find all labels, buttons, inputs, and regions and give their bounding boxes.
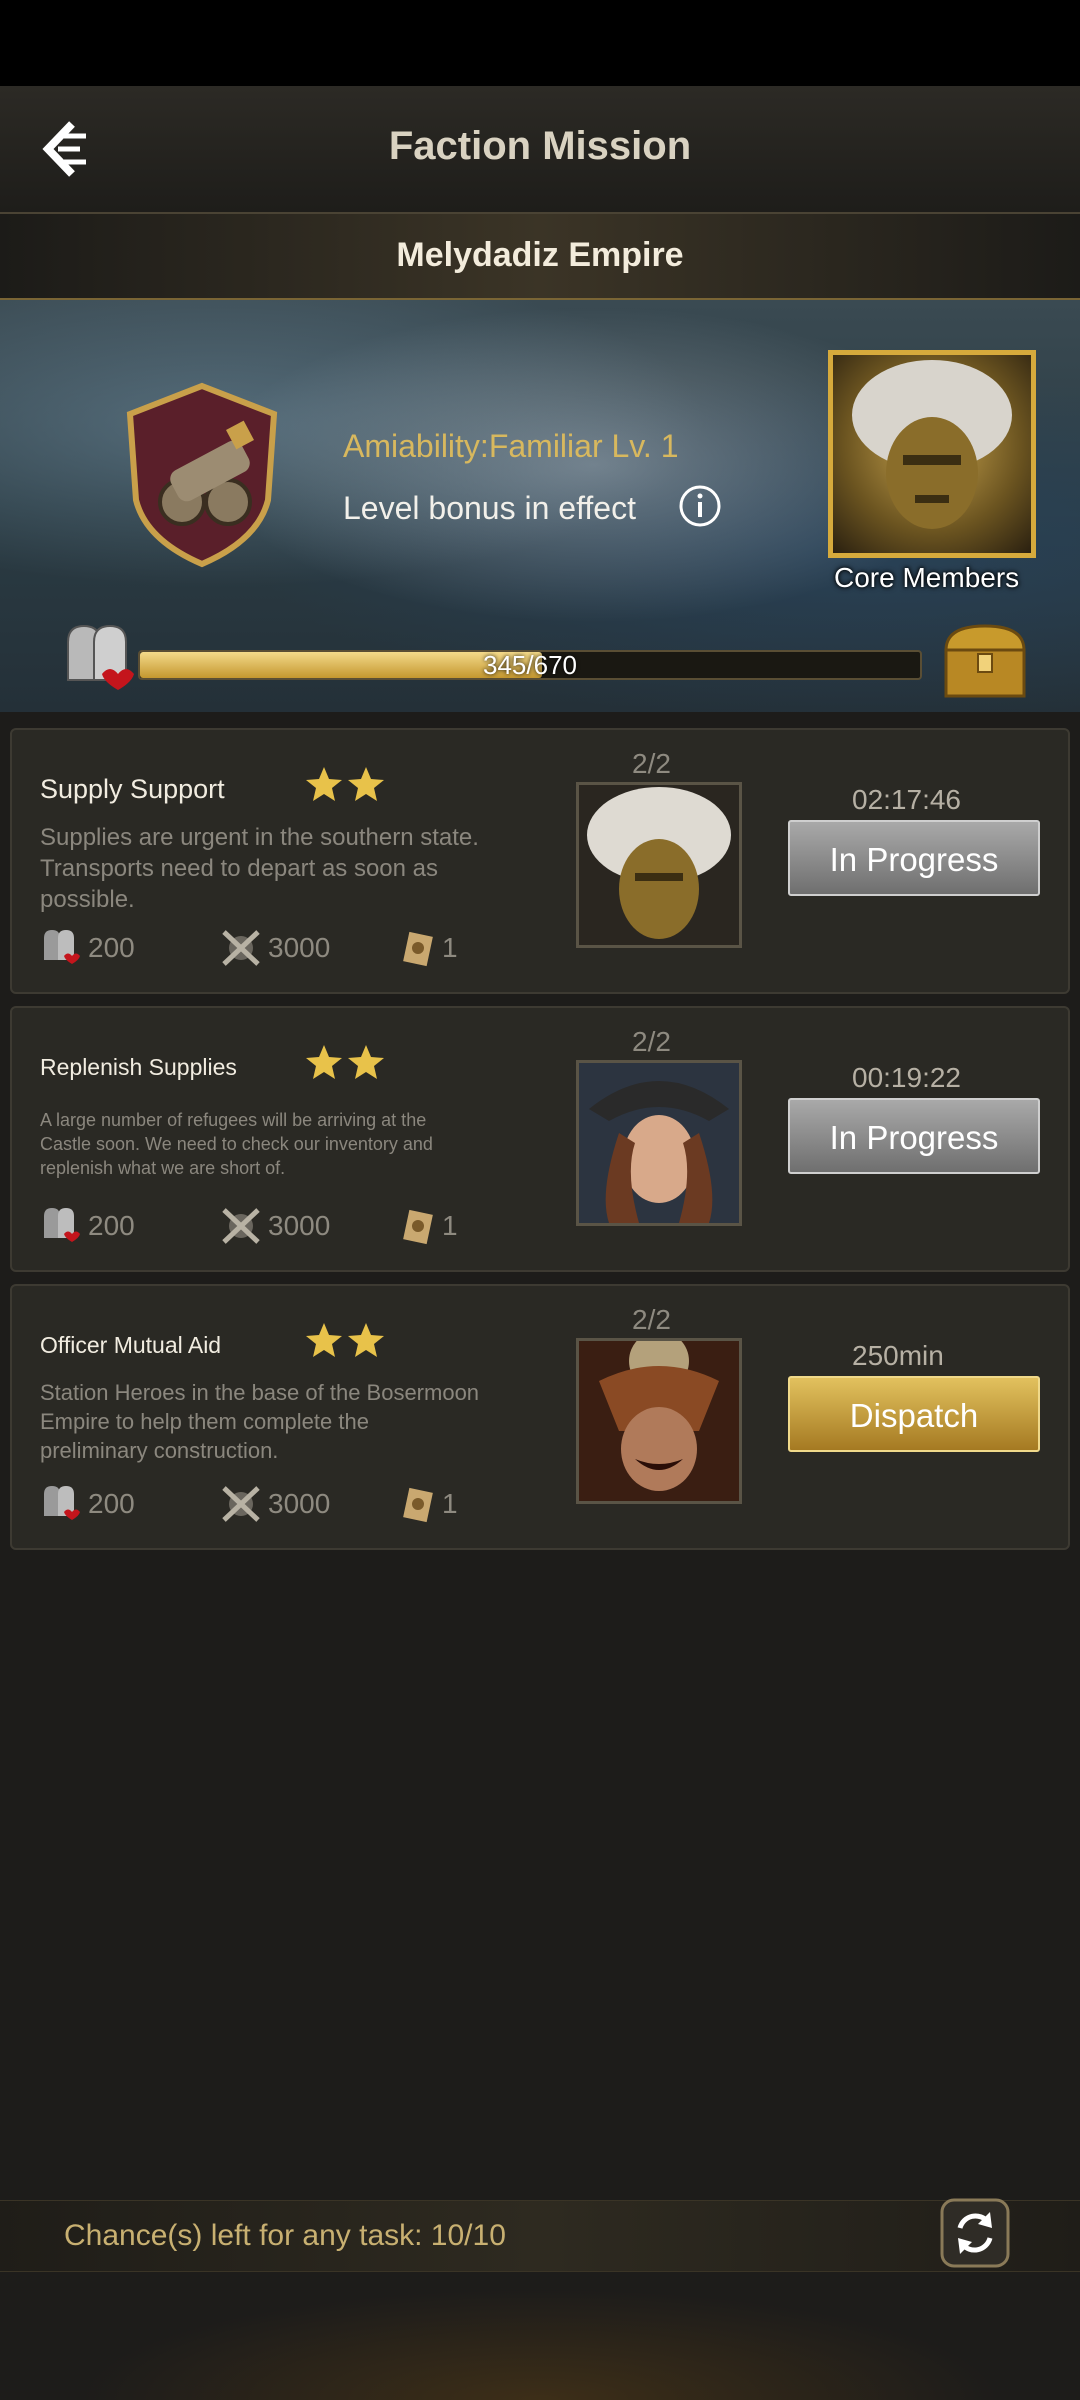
star-rating-icon — [306, 1323, 384, 1357]
page-title: Faction Mission — [388, 124, 692, 168]
core-member-portrait[interactable] — [828, 350, 1036, 558]
treasure-chest-icon[interactable] — [940, 620, 1030, 702]
scroll-icon — [403, 1209, 433, 1245]
crossed-swords-icon — [222, 1208, 260, 1244]
mission-count: 2/2 — [632, 1304, 671, 1335]
reward-exp-value: 3000 — [268, 932, 331, 963]
dispatch-button[interactable]: Dispatch — [788, 1376, 1040, 1452]
star-rating-icon — [306, 1045, 384, 1079]
scroll-icon — [403, 931, 433, 967]
reward-reputation: 200 — [40, 1206, 135, 1246]
reward-scroll: 1 — [400, 928, 458, 968]
mission-title: Replenish Supplies — [40, 1054, 237, 1080]
hero-portrait[interactable] — [576, 1060, 742, 1226]
info-icon[interactable] — [678, 484, 722, 528]
bottom-decoration — [0, 2270, 1080, 2400]
helmet-heart-icon — [44, 930, 80, 964]
refresh-icon[interactable] — [938, 2196, 1012, 2270]
task-chances-text: Chance(s) left for any task: 10/10 — [64, 2219, 506, 2252]
amiability-level: Amiability:Familiar Lv. 1 — [343, 428, 679, 464]
reward-scroll-value: 1 — [442, 1210, 458, 1241]
mission-timer: 02:17:46 — [852, 784, 961, 815]
hero-portrait[interactable] — [576, 1338, 742, 1504]
reward-scroll-value: 1 — [442, 1488, 458, 1519]
reward-reputation-value: 200 — [88, 1488, 135, 1519]
cannon-emblem-icon — [126, 382, 278, 568]
reward-reputation-value: 200 — [88, 1210, 135, 1241]
level-bonus-text: Level bonus in effect — [343, 490, 636, 526]
amiability-progress-bar: 345/670 — [138, 650, 922, 680]
reward-exp: 3000 — [220, 928, 330, 968]
in-progress-button[interactable]: In Progress — [788, 1098, 1040, 1174]
masked-hero-avatar — [579, 785, 739, 945]
scroll-icon — [403, 1487, 433, 1523]
mission-title: Officer Mutual Aid — [40, 1332, 222, 1358]
reward-scroll: 1 — [400, 1206, 458, 1246]
helmet-heart-icon — [44, 1486, 80, 1520]
mission-timer: 00:19:22 — [852, 1062, 961, 1093]
top-header: Faction Mission — [0, 86, 1080, 214]
mission-duration: 250min — [852, 1340, 944, 1371]
pirate-hero-avatar — [579, 1063, 739, 1223]
mission-description: Supplies are urgent in the southern stat… — [40, 824, 479, 913]
reward-reputation-value: 200 — [88, 932, 135, 963]
reward-scroll-value: 1 — [442, 932, 458, 963]
masked-hero-avatar — [852, 360, 1012, 529]
mission-card: Supply Support Supplies are urgent in th… — [10, 728, 1070, 994]
reward-reputation: 200 — [40, 928, 135, 968]
mission-count: 2/2 — [632, 1026, 671, 1057]
helmet-heart-icon — [44, 1208, 80, 1242]
mission-description: A large number of refugees will be arriv… — [40, 1110, 433, 1178]
faction-name: Melydadiz Empire — [396, 236, 684, 274]
task-chances-bar: Chance(s) left for any task: 10/10 — [0, 2200, 1080, 2272]
crossed-swords-icon — [222, 930, 260, 966]
helmet-heart-icon — [67, 624, 134, 690]
eagle-warrior-avatar — [579, 1341, 739, 1501]
reward-exp-value: 3000 — [268, 1210, 331, 1241]
hero-portrait[interactable] — [576, 782, 742, 948]
star-rating-icon — [306, 767, 384, 801]
mission-count: 2/2 — [632, 748, 671, 779]
progress-text: 345/670 — [483, 650, 577, 680]
mission-card: Replenish Supplies A large number of ref… — [10, 1006, 1070, 1272]
status-bar — [0, 0, 1080, 86]
mission-card: Officer Mutual Aid Station Heroes in the… — [10, 1284, 1070, 1550]
crossed-swords-icon — [222, 1486, 260, 1522]
faction-name-bar: Melydadiz Empire — [0, 214, 1080, 300]
mission-description: Station Heroes in the base of the Boserm… — [40, 1380, 480, 1463]
reward-reputation: 200 — [40, 1484, 135, 1524]
core-members-label[interactable]: Core Members — [834, 562, 1019, 594]
reward-scroll: 1 — [400, 1484, 458, 1524]
reward-exp-value: 3000 — [268, 1488, 331, 1519]
reward-exp: 3000 — [220, 1484, 330, 1524]
mission-title: Supply Support — [40, 774, 225, 804]
reward-exp: 3000 — [220, 1206, 330, 1246]
in-progress-button[interactable]: In Progress — [788, 820, 1040, 896]
faction-banner: Amiability:Familiar Lv. 1 Level bonus in… — [0, 300, 1080, 712]
